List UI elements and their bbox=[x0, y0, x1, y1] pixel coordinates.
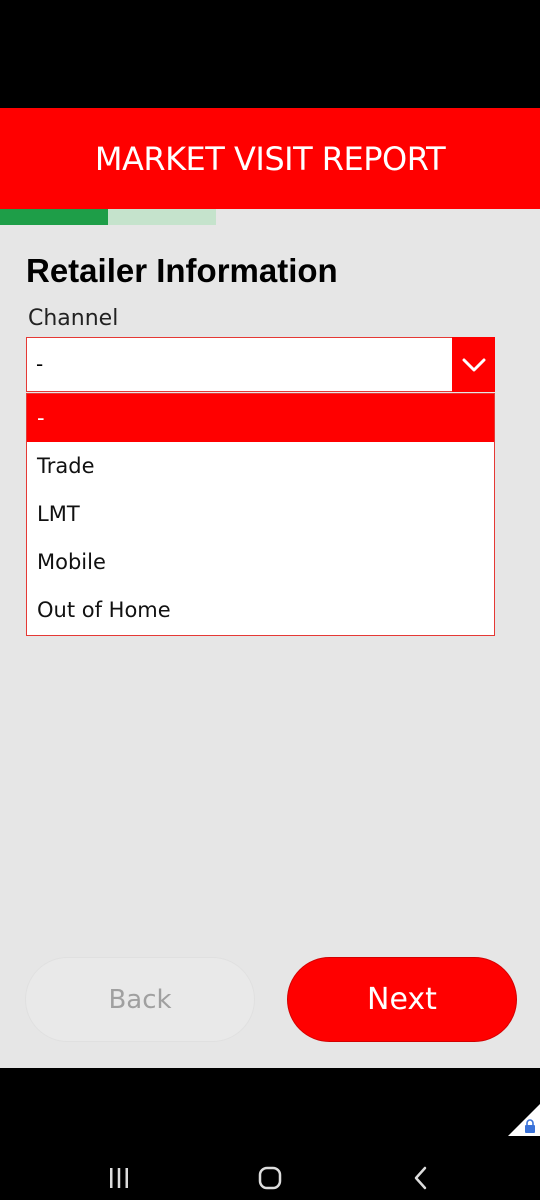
channel-option-mobile[interactable]: Mobile bbox=[27, 538, 494, 586]
channel-option-trade[interactable]: Trade bbox=[27, 442, 494, 490]
channel-option-dash[interactable]: - bbox=[27, 394, 494, 442]
section-title: Retailer Information bbox=[26, 252, 338, 289]
page-header: MARKET VISIT REPORT bbox=[0, 108, 540, 209]
channel-label: Channel bbox=[28, 306, 119, 331]
back-button[interactable]: Back bbox=[25, 957, 255, 1042]
status-bar bbox=[0, 0, 540, 108]
progress-bar bbox=[0, 209, 216, 225]
lock-icon bbox=[508, 1104, 540, 1136]
channel-option-lmt[interactable]: LMT bbox=[27, 490, 494, 538]
chevron-down-icon[interactable] bbox=[452, 337, 495, 392]
progress-fill bbox=[0, 209, 108, 225]
channel-option-out-of-home[interactable]: Out of Home bbox=[27, 586, 494, 634]
channel-select-value: - bbox=[36, 352, 44, 376]
channel-dropdown-list: - Trade LMT Mobile Out of Home bbox=[26, 393, 495, 636]
recents-icon[interactable] bbox=[99, 1158, 139, 1198]
back-icon[interactable] bbox=[401, 1158, 441, 1198]
page-title: MARKET VISIT REPORT bbox=[94, 139, 446, 178]
next-button[interactable]: Next bbox=[287, 957, 517, 1042]
app-screen: MARKET VISIT REPORT Retailer Information… bbox=[0, 108, 540, 1068]
home-icon[interactable] bbox=[250, 1158, 290, 1198]
channel-select[interactable]: - bbox=[26, 337, 495, 392]
system-nav-bar bbox=[0, 1068, 540, 1200]
